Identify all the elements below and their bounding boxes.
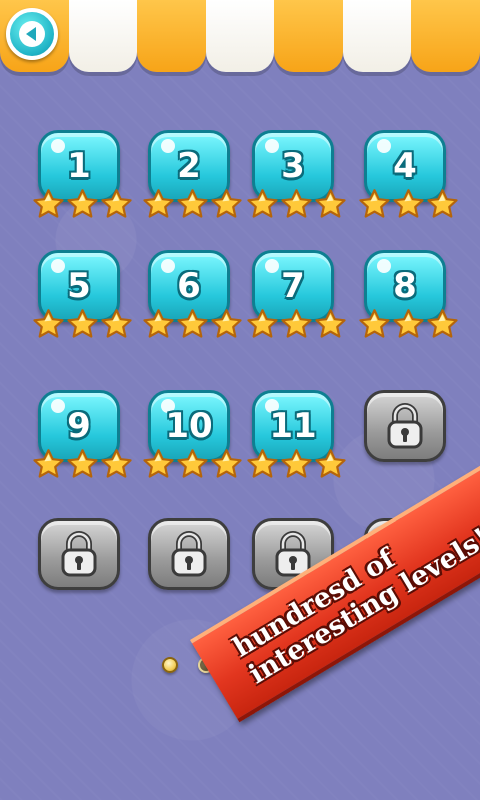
level-number: 5 <box>67 266 91 306</box>
level-number: 4 <box>393 146 417 186</box>
awning-stripe <box>411 0 480 72</box>
level-number: 6 <box>177 266 201 306</box>
star-icon <box>358 308 391 340</box>
lock-icon <box>169 531 209 577</box>
star-icon <box>66 308 99 340</box>
tile-shine <box>161 259 175 273</box>
star-icon <box>426 188 459 220</box>
star-icon <box>100 188 133 220</box>
level-number: 7 <box>281 266 305 306</box>
star-icon <box>314 308 347 340</box>
star-rating <box>246 308 347 340</box>
level-number: 11 <box>269 406 317 446</box>
tile-shine <box>161 139 175 153</box>
star-icon <box>142 308 175 340</box>
star-rating <box>32 308 133 340</box>
lock-icon <box>59 531 99 577</box>
awning-stripe <box>274 0 343 72</box>
star-rating <box>246 188 347 220</box>
star-icon <box>100 308 133 340</box>
awning-stripe <box>342 0 412 72</box>
level-number: 2 <box>177 146 201 186</box>
star-rating <box>32 448 133 480</box>
level-number: 10 <box>165 406 213 446</box>
star-icon <box>280 448 313 480</box>
tile-shine <box>51 259 65 273</box>
awning-stripe <box>137 0 206 72</box>
star-icon <box>426 308 459 340</box>
star-icon <box>314 188 347 220</box>
star-rating <box>142 448 243 480</box>
level-number: 9 <box>67 406 91 446</box>
star-icon <box>210 308 243 340</box>
back-button[interactable] <box>6 8 58 60</box>
star-icon <box>100 448 133 480</box>
level-number: 3 <box>281 146 305 186</box>
star-icon <box>392 188 425 220</box>
tile-shine <box>265 139 279 153</box>
star-icon <box>32 308 65 340</box>
star-icon <box>358 188 391 220</box>
lock-icon <box>385 403 425 449</box>
star-rating <box>142 188 243 220</box>
tile-shine <box>265 259 279 273</box>
awning-stripe <box>205 0 275 72</box>
star-icon <box>392 308 425 340</box>
awning-stripe <box>68 0 138 72</box>
level-number: 8 <box>393 266 417 306</box>
star-icon <box>246 308 279 340</box>
tile-shine <box>377 139 391 153</box>
star-rating <box>358 188 459 220</box>
level-tile-locked[interactable] <box>364 390 446 462</box>
tile-shine <box>51 399 65 413</box>
star-icon <box>32 448 65 480</box>
level-number: 1 <box>67 146 91 186</box>
star-icon <box>210 188 243 220</box>
star-icon <box>176 308 209 340</box>
star-icon <box>280 188 313 220</box>
star-icon <box>66 188 99 220</box>
star-rating <box>142 308 243 340</box>
star-icon <box>66 448 99 480</box>
star-icon <box>32 188 65 220</box>
star-icon <box>142 188 175 220</box>
level-tile-locked[interactable] <box>38 518 120 590</box>
star-rating <box>32 188 133 220</box>
star-rating <box>246 448 347 480</box>
star-icon <box>210 448 243 480</box>
star-icon <box>246 188 279 220</box>
star-icon <box>176 188 209 220</box>
tile-shine <box>51 139 65 153</box>
page-dot[interactable] <box>162 657 178 673</box>
star-icon <box>142 448 175 480</box>
star-icon <box>314 448 347 480</box>
star-icon <box>280 308 313 340</box>
awning <box>0 0 480 80</box>
tile-shine <box>377 259 391 273</box>
star-icon <box>246 448 279 480</box>
back-arrow-icon <box>19 21 45 47</box>
star-rating <box>358 308 459 340</box>
level-tile-locked[interactable] <box>148 518 230 590</box>
star-icon <box>176 448 209 480</box>
